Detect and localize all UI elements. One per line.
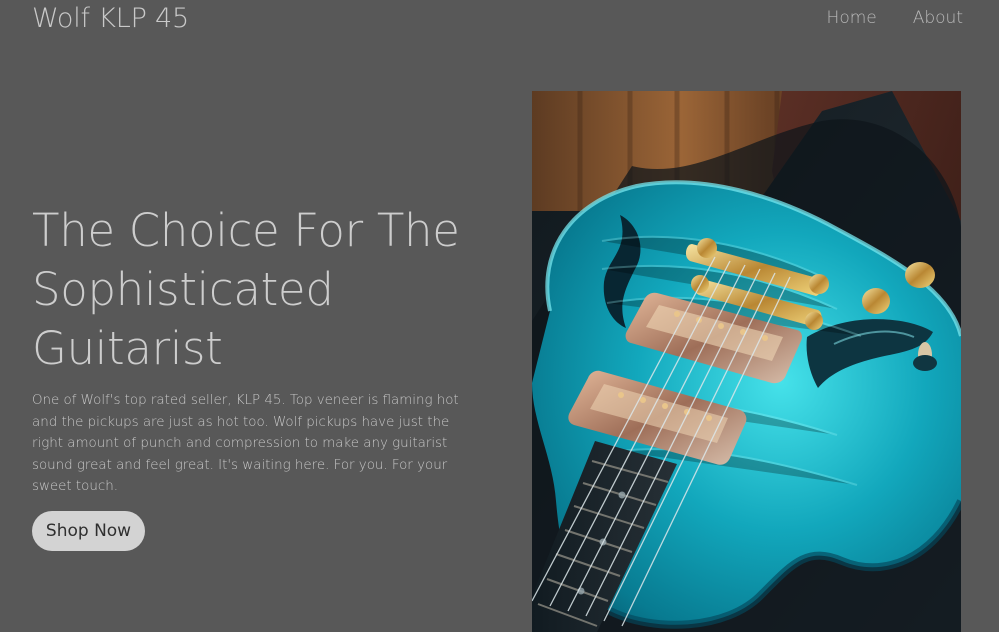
nav-about-link[interactable]: About — [913, 8, 963, 28]
hero-title: The Choice For The Sophisticated Guitari… — [32, 204, 460, 375]
main-nav: Home About — [827, 8, 963, 28]
nav-home-link[interactable]: Home — [827, 8, 877, 28]
shop-now-button[interactable]: Shop Now — [32, 511, 145, 551]
hero-description: One of Wolf's top rated seller, KLP 45. … — [32, 393, 459, 495]
brand-logo[interactable]: Wolf KLP 45 — [32, 3, 189, 34]
guitar-photo — [532, 91, 961, 632]
